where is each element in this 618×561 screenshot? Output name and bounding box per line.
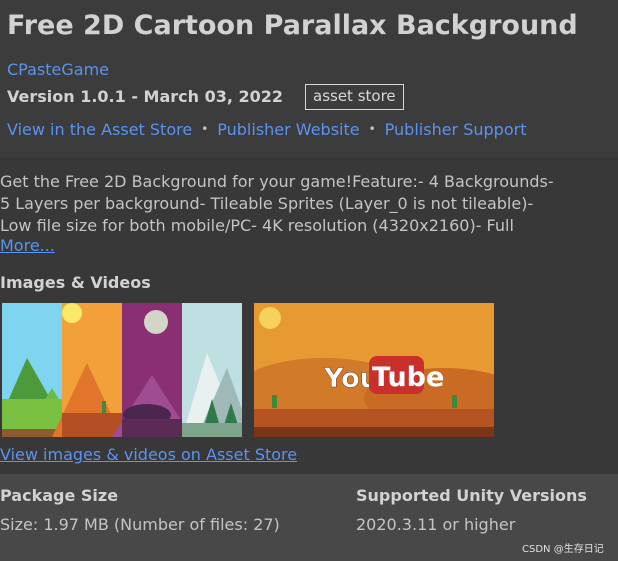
- more-link[interactable]: More...: [0, 236, 55, 255]
- svg-text:Tube: Tube: [372, 362, 444, 393]
- package-info-footer: Package Size Size: 1.97 MB (Number of fi…: [0, 474, 618, 561]
- publisher-website-link[interactable]: Publisher Website: [217, 120, 359, 139]
- description-line: Low file size for both mobile/PC- 4K res…: [0, 216, 514, 235]
- watermark: CSDN @生存日记: [522, 544, 604, 555]
- video-preview-image: You Tube: [254, 303, 494, 437]
- parallax-backgrounds-image: [2, 303, 242, 437]
- image-thumbnail[interactable]: [2, 303, 242, 437]
- version-label: Version 1.0.1 - March 03, 2022: [7, 87, 284, 106]
- view-images-videos-link[interactable]: View images & videos on Asset Store: [0, 445, 297, 464]
- publisher-link[interactable]: CPasteGame: [7, 60, 109, 79]
- images-videos-heading: Images & Videos: [0, 273, 151, 292]
- description-line: 5 Layers per background- Tileable Sprite…: [0, 194, 534, 213]
- supported-unity-versions-label: Supported Unity Versions: [356, 486, 587, 505]
- package-description: Get the Free 2D Background for your game…: [0, 171, 618, 237]
- package-title: Free 2D Cartoon Parallax Background: [7, 10, 578, 41]
- link-separator: •: [201, 122, 209, 136]
- description-line: Get the Free 2D Background for your game…: [0, 172, 554, 191]
- supported-unity-versions-value: 2020.3.11 or higher: [356, 515, 516, 534]
- package-header: Free 2D Cartoon Parallax Background CPas…: [0, 0, 618, 157]
- header-links: View in the Asset Store • Publisher Websit…: [7, 120, 526, 139]
- video-thumbnail[interactable]: You Tube: [254, 303, 494, 437]
- asset-store-badge: asset store: [305, 84, 404, 110]
- package-size-label: Package Size: [0, 486, 119, 505]
- link-separator: •: [368, 122, 376, 136]
- view-in-asset-store-link[interactable]: View in the Asset Store: [7, 120, 192, 139]
- package-size-value: Size: 1.97 MB (Number of files: 27): [0, 515, 280, 534]
- publisher-support-link[interactable]: Publisher Support: [385, 120, 527, 139]
